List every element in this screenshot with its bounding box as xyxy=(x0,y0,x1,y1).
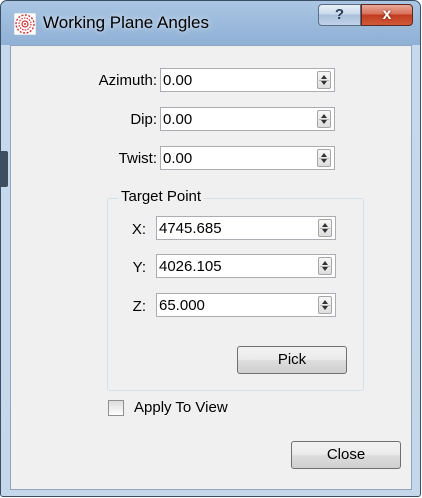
target-icon xyxy=(14,13,36,35)
spin-up-icon[interactable] xyxy=(322,223,328,227)
spin-up-icon[interactable] xyxy=(322,261,328,265)
y-spinner[interactable] xyxy=(318,257,332,275)
azimuth-field[interactable] xyxy=(160,68,335,92)
azimuth-spinner[interactable] xyxy=(317,71,331,89)
spin-up-icon[interactable] xyxy=(321,153,327,157)
z-field[interactable] xyxy=(156,293,336,317)
spin-up-icon[interactable] xyxy=(321,75,327,79)
dip-spinner[interactable] xyxy=(317,110,331,128)
close-button[interactable]: Close xyxy=(291,441,401,469)
z-input[interactable] xyxy=(159,296,309,314)
y-field[interactable] xyxy=(156,254,336,278)
pick-button[interactable]: Pick xyxy=(237,346,347,374)
title-bar[interactable]: Working Plane Angles ? x xyxy=(1,1,420,45)
window-title: Working Plane Angles xyxy=(43,13,210,32)
spin-down-icon[interactable] xyxy=(322,229,328,233)
apply-to-view-label[interactable]: Apply To View xyxy=(134,399,228,416)
y-label: Y: xyxy=(132,259,146,276)
x-spinner[interactable] xyxy=(318,219,332,237)
dip-field[interactable] xyxy=(160,107,335,131)
twist-field[interactable] xyxy=(160,146,335,170)
twist-input[interactable] xyxy=(163,149,313,167)
azimuth-label: Azimuth: xyxy=(98,72,157,89)
z-spinner[interactable] xyxy=(318,296,332,314)
z-label: Z: xyxy=(132,298,146,315)
target-point-title: Target Point xyxy=(118,188,205,205)
help-button[interactable]: ? xyxy=(318,4,361,26)
spin-down-icon[interactable] xyxy=(322,267,328,271)
dip-label: Dip: xyxy=(130,111,157,128)
dialog-window: Working Plane Angles ? x Azimuth: Dip: T xyxy=(0,0,421,497)
x-field[interactable] xyxy=(156,216,336,240)
azimuth-input[interactable] xyxy=(163,71,313,89)
twist-spinner[interactable] xyxy=(317,149,331,167)
x-input[interactable] xyxy=(159,219,309,237)
spin-down-icon[interactable] xyxy=(322,306,328,310)
spin-down-icon[interactable] xyxy=(321,81,327,85)
dip-input[interactable] xyxy=(163,110,313,128)
spin-down-icon[interactable] xyxy=(321,120,327,124)
spin-up-icon[interactable] xyxy=(321,114,327,118)
spin-down-icon[interactable] xyxy=(321,159,327,163)
spin-up-icon[interactable] xyxy=(322,300,328,304)
apply-to-view-checkbox[interactable] xyxy=(108,400,124,416)
y-input[interactable] xyxy=(159,257,309,275)
x-label: X: xyxy=(131,221,146,238)
close-window-button[interactable]: x xyxy=(361,4,413,26)
window-edge-strip xyxy=(1,151,8,187)
dialog-client-area: Azimuth: Dip: Twist: xyxy=(10,45,412,490)
twist-label: Twist: xyxy=(118,150,157,167)
